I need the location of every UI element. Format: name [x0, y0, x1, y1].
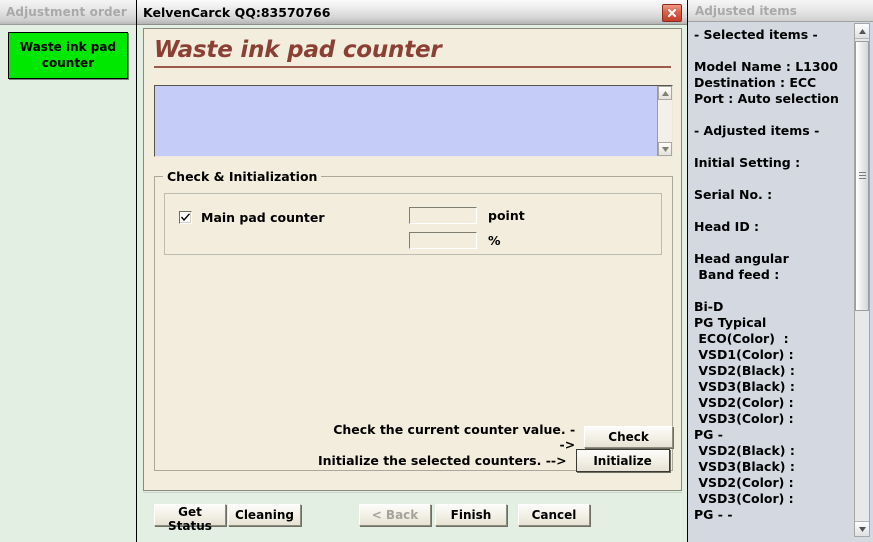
- adjusted-item-line: VSD3(Black) :: [694, 379, 795, 394]
- check-and-initialization-group: Check & Initialization Main pad counter …: [154, 169, 673, 472]
- dialog-footer: Get Status Cleaning < Back Finish Cancel: [143, 492, 682, 536]
- adjusted-item-line: Initial Setting :: [694, 155, 801, 170]
- scrollbar-thumb[interactable]: [855, 41, 869, 311]
- adjusted-item-line: [694, 171, 870, 187]
- adjusted-item-line: PG Typical: [694, 315, 767, 330]
- point-value-input[interactable]: [409, 207, 477, 224]
- adjusted-item-line: VSD1(Color) :: [694, 347, 794, 362]
- adjusted-item-line: - Selected items -: [694, 27, 818, 42]
- initialize-action-row: Initialize the selected counters. --> In…: [318, 449, 670, 472]
- adjusted-item-line: Model Name : L1300: [694, 59, 838, 74]
- adjusted-items-lines: - Selected items - Model Name : L1300 Dest…: [690, 23, 870, 539]
- main-pad-counter-checkbox[interactable]: [179, 211, 192, 224]
- adjusted-item-line: [694, 235, 870, 251]
- log-scrollbar[interactable]: [657, 86, 672, 156]
- adjusted-item-line: [694, 139, 870, 155]
- footer-divider: [143, 492, 682, 493]
- adjusted-item-line: Port : Auto selection: [694, 91, 839, 106]
- adjusted-item-line: Band feed :: [694, 267, 780, 282]
- adjusted-item-line: PG -: [694, 427, 723, 442]
- application-window: Adjustment order Waste ink pad counter K…: [0, 0, 873, 542]
- adjusted-item-line: VSD3(Color) :: [694, 491, 794, 506]
- get-status-button[interactable]: Get Status: [154, 504, 226, 533]
- check-action-row: Check the current counter value. --> Che…: [332, 422, 673, 452]
- main-dialog: KelvenCarck QQ:83570766 Waste ink pad co…: [137, 0, 688, 542]
- adjusted-items-panel: Adjusted items - Selected items - Model N…: [688, 0, 873, 542]
- percent-value-input[interactable]: [409, 232, 477, 249]
- adjustment-order-title: Adjustment order: [6, 5, 127, 19]
- close-icon[interactable]: [662, 4, 682, 22]
- scroll-down-icon[interactable]: [855, 521, 869, 536]
- finish-button[interactable]: Finish: [435, 504, 507, 526]
- adjusted-item-line: Destination : ECC: [694, 75, 817, 90]
- dialog-title: KelvenCarck QQ:83570766: [143, 4, 331, 20]
- point-unit-label: point: [488, 208, 525, 223]
- group-legend: Check & Initialization: [163, 169, 322, 184]
- sidebar-item-waste-ink-pad-counter[interactable]: Waste ink pad counter: [8, 32, 128, 79]
- adjustment-order-titlebar: Adjustment order: [0, 0, 136, 25]
- sidebar-item-label-line1: Waste ink pad: [19, 40, 117, 54]
- adjusted-item-line: PG - -: [694, 507, 733, 522]
- cancel-button[interactable]: Cancel: [518, 504, 590, 526]
- adjusted-item-line: Serial No. :: [694, 187, 773, 202]
- adjusted-item-line: VSD2(Black) :: [694, 443, 795, 458]
- adjusted-item-line: [694, 203, 870, 219]
- scroll-up-icon[interactable]: [658, 86, 672, 100]
- adjusted-item-line: Bi-D: [694, 299, 724, 314]
- scroll-up-icon[interactable]: [855, 24, 869, 39]
- percent-unit-label: %: [488, 233, 501, 248]
- adjusted-item-line: VSD2(Black) :: [694, 363, 795, 378]
- adjustment-order-list: Waste ink pad counter: [0, 25, 136, 86]
- log-textarea-content: [155, 86, 657, 156]
- point-value-row: point: [409, 207, 525, 224]
- dialog-titlebar[interactable]: KelvenCarck QQ:83570766: [137, 0, 687, 25]
- page-title: Waste ink pad counter: [154, 37, 671, 68]
- main-pad-counter-row[interactable]: Main pad counter: [179, 210, 325, 225]
- dialog-content: Waste ink pad counter Check & Initializa…: [143, 28, 682, 491]
- scroll-down-icon[interactable]: [658, 142, 672, 156]
- initialize-button[interactable]: Initialize: [575, 449, 670, 472]
- adjusted-items-title: Adjusted items: [695, 3, 797, 18]
- main-pad-counter-label: Main pad counter: [201, 210, 325, 225]
- adjusted-item-line: VSD2(Color) :: [694, 395, 794, 410]
- check-action-label: Check the current counter value. -->: [333, 422, 576, 452]
- scrollbar-grip-icon: [858, 171, 866, 181]
- adjusted-item-line: [694, 107, 870, 123]
- adjustment-order-panel: Adjustment order Waste ink pad counter: [0, 0, 137, 542]
- adjusted-items-scrollbar[interactable]: [854, 23, 870, 537]
- adjusted-item-line: Head ID :: [694, 219, 760, 234]
- sidebar-item-label-line2: counter: [41, 56, 95, 70]
- adjusted-items-listbox[interactable]: - Selected items - Model Name : L1300 Dest…: [690, 23, 870, 539]
- check-button[interactable]: Check: [584, 426, 673, 448]
- adjusted-item-line: ECO(Color) :: [694, 331, 789, 346]
- initialize-action-label: Initialize the selected counters. -->: [318, 453, 567, 468]
- log-textarea[interactable]: [154, 85, 673, 157]
- adjusted-items-titlebar: Adjusted items: [688, 0, 873, 22]
- percent-value-row: %: [409, 232, 501, 249]
- adjusted-item-line: [694, 43, 870, 59]
- back-button: < Back: [359, 504, 431, 526]
- adjusted-item-line: VSD2(Color) :: [694, 475, 794, 490]
- adjusted-item-line: VSD3(Color) :: [694, 411, 794, 426]
- counter-panel: Main pad counter point %: [164, 193, 662, 255]
- adjusted-item-line: [694, 283, 870, 299]
- adjusted-item-line: - Adjusted items -: [694, 123, 820, 138]
- adjusted-item-line: Head angular: [694, 251, 789, 266]
- adjusted-item-line: VSD3(Black) :: [694, 459, 795, 474]
- cleaning-button[interactable]: Cleaning: [228, 504, 301, 526]
